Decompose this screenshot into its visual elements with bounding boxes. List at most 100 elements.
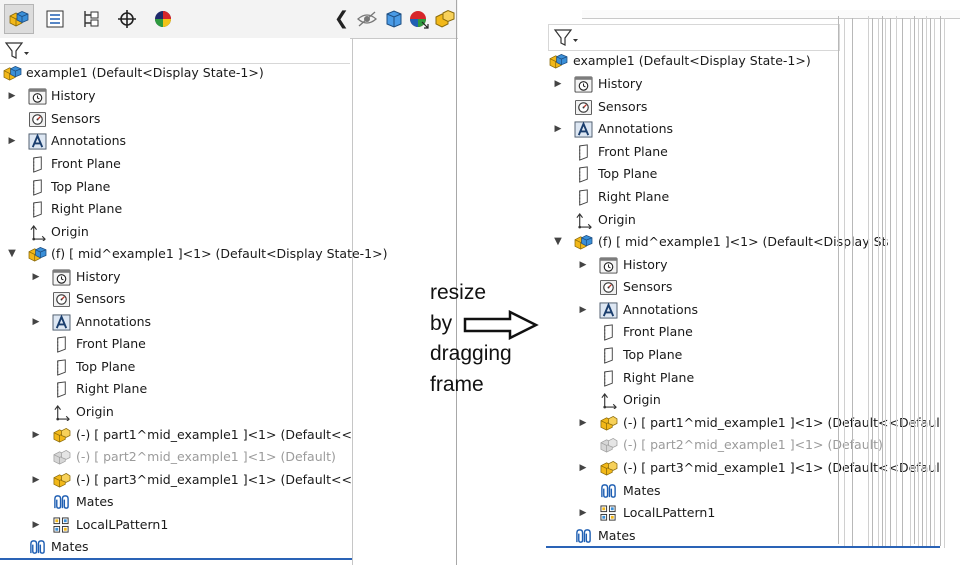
tab-dimxpert[interactable] bbox=[112, 4, 142, 34]
filter-icon[interactable] bbox=[553, 28, 579, 48]
collapse-arrow-icon[interactable]: ❮ bbox=[334, 8, 349, 29]
tree-node-history[interactable]: ▶ History bbox=[546, 73, 906, 95]
tree-node-top-plane[interactable]: Top Plane bbox=[0, 176, 350, 198]
tree-node-front-plane[interactable]: Front Plane bbox=[546, 141, 906, 163]
tree-node-origin[interactable]: Origin bbox=[0, 221, 350, 243]
tree-node-mates[interactable]: Mates bbox=[546, 525, 906, 547]
tree-node-label: Sensors bbox=[598, 99, 648, 114]
tree-node-sub-front-plane[interactable]: Front Plane bbox=[546, 321, 906, 343]
collapse-arrow-icon[interactable]: ▼ bbox=[7, 243, 17, 265]
tree-node-top-plane[interactable]: Top Plane bbox=[546, 163, 906, 185]
tree-node-label: Origin bbox=[76, 404, 114, 419]
tree-node-sub-sensors[interactable]: Sensors bbox=[0, 288, 350, 310]
expand-arrow-icon[interactable]: ▶ bbox=[7, 85, 17, 107]
tree-node-sub-front-plane[interactable]: Front Plane bbox=[0, 333, 350, 355]
tree-filter-bar bbox=[0, 38, 350, 64]
tree-node-label: LocalLPattern1 bbox=[623, 505, 716, 520]
tree-node-sub-top-plane[interactable]: Top Plane bbox=[546, 344, 906, 366]
tree-node-label: History bbox=[76, 269, 121, 284]
tree-node-mates[interactable]: Mates bbox=[0, 536, 350, 558]
expand-arrow-icon[interactable]: ▶ bbox=[578, 457, 588, 479]
tree-node-label: (-) [ part3^mid_example1 ]<1> (Default<<… bbox=[76, 472, 352, 487]
mates-icon bbox=[52, 494, 71, 511]
expand-arrow-icon[interactable]: ▶ bbox=[31, 266, 41, 288]
tree-node-sub-origin[interactable]: Origin bbox=[0, 401, 350, 423]
tree-node-sub-history[interactable]: ▶ History bbox=[0, 266, 350, 288]
tree-node-label: LocalLPattern1 bbox=[76, 517, 169, 532]
appearance-sphere-icon[interactable] bbox=[408, 9, 430, 29]
tree-node-sub-origin[interactable]: Origin bbox=[546, 389, 906, 411]
tree-node-sub-history[interactable]: ▶ History bbox=[546, 254, 906, 276]
view-cube-icon[interactable] bbox=[384, 9, 404, 29]
tree-node-label: Annotations bbox=[598, 121, 674, 136]
tree-node-part2[interactable]: (-) [ part2^mid_example1 ]<1> (Default) bbox=[546, 434, 906, 456]
tree-node-sub-mates[interactable]: Mates bbox=[546, 480, 906, 502]
tree-node-front-plane[interactable]: Front Plane bbox=[0, 153, 350, 175]
sensors-icon bbox=[599, 279, 618, 296]
expand-arrow-icon[interactable]: ▶ bbox=[31, 514, 41, 536]
expand-arrow-icon[interactable]: ▶ bbox=[578, 502, 588, 524]
tree-node-annotations[interactable]: ▶ Annotations bbox=[0, 130, 350, 152]
tree-node-origin[interactable]: Origin bbox=[546, 209, 906, 231]
tree-node-annotations[interactable]: ▶ Annotations bbox=[546, 118, 906, 140]
expand-arrow-icon[interactable]: ▶ bbox=[578, 299, 588, 321]
expand-arrow-icon[interactable]: ▶ bbox=[578, 412, 588, 434]
hide-eye-icon[interactable] bbox=[356, 10, 378, 28]
history-icon bbox=[574, 76, 593, 93]
tree-node-part1[interactable]: ▶ (-) [ part1^mid_example1 ]<1> (Default… bbox=[0, 424, 352, 446]
expand-arrow-icon[interactable]: ▶ bbox=[7, 130, 17, 152]
tree-node-sub-annotations[interactable]: ▶ Annotations bbox=[546, 299, 906, 321]
tab-display-manager[interactable] bbox=[148, 4, 178, 34]
tree-node-label: Origin bbox=[598, 212, 636, 227]
tree-node-label: Right Plane bbox=[598, 189, 670, 204]
tree-node-part1[interactable]: ▶ (-) [ part1^mid_example1 ]<1> (Default… bbox=[546, 412, 940, 434]
right-arrow-icon bbox=[463, 310, 539, 340]
tree-node-pattern[interactable]: ▶ LocalLPattern1 bbox=[0, 514, 350, 536]
tree-node-pattern[interactable]: ▶ LocalLPattern1 bbox=[546, 502, 906, 524]
tree-node-sub-annotations[interactable]: ▶ Annotations bbox=[0, 311, 350, 333]
expand-arrow-icon[interactable]: ▶ bbox=[31, 469, 41, 491]
tree-node-right-plane[interactable]: Right Plane bbox=[546, 186, 906, 208]
tree-node-history[interactable]: ▶ History bbox=[0, 85, 350, 107]
expand-arrow-icon[interactable]: ▶ bbox=[31, 424, 41, 446]
expand-arrow-icon[interactable]: ▶ bbox=[553, 118, 563, 140]
tree-node-sub-assembly[interactable]: ▼ (f) [ mid^example1 ]<1> (Default<Displ… bbox=[0, 243, 388, 265]
plane-icon bbox=[574, 189, 593, 206]
tree-node-sub-sensors[interactable]: Sensors bbox=[546, 276, 906, 298]
history-icon bbox=[599, 257, 618, 274]
tree-node-label: Top Plane bbox=[598, 166, 658, 181]
tree-node-sensors[interactable]: Sensors bbox=[0, 108, 350, 130]
tree-node-sub-right-plane[interactable]: Right Plane bbox=[546, 367, 906, 389]
left-feature-tree-panel: ❮ example1 (Default<Display State-1>) ▶ … bbox=[0, 0, 458, 565]
tree-node-label: Right Plane bbox=[623, 370, 695, 385]
collapse-arrow-icon[interactable]: ▼ bbox=[553, 231, 563, 253]
tab-propertymanager[interactable] bbox=[40, 4, 70, 34]
tree-node-sub-assembly[interactable]: ▼ (f) [ mid^example1 ]<1> (Default<Displ… bbox=[546, 231, 888, 253]
tree-node-right-plane[interactable]: Right Plane bbox=[0, 198, 350, 220]
tree-node-sub-mates[interactable]: Mates bbox=[0, 491, 350, 513]
tree-node-label: (f) [ mid^example1 ]<1> (Default<Display… bbox=[598, 234, 888, 249]
tree-node-sub-top-plane[interactable]: Top Plane bbox=[0, 356, 350, 378]
filter-icon[interactable] bbox=[4, 41, 30, 61]
tree-node-sub-right-plane[interactable]: Right Plane bbox=[0, 378, 350, 400]
part-cube-icon bbox=[9, 10, 29, 28]
tree-node-label: (-) [ part2^mid_example1 ]<1> (Default) bbox=[623, 437, 883, 452]
origin-icon bbox=[28, 224, 47, 241]
tree-root-assembly[interactable]: example1 (Default<Display State-1>) bbox=[546, 50, 906, 72]
tree-node-part3[interactable]: ▶ (-) [ part3^mid_example1 ]<1> (Default… bbox=[546, 457, 940, 479]
expand-arrow-icon[interactable]: ▶ bbox=[31, 311, 41, 333]
assembly-icon bbox=[3, 65, 22, 82]
tree-node-label: Mates bbox=[76, 494, 114, 509]
tab-configurationmanager[interactable] bbox=[76, 4, 106, 34]
expand-arrow-icon[interactable]: ▶ bbox=[553, 73, 563, 95]
tab-featuremanager[interactable] bbox=[4, 4, 34, 34]
display-states-icon[interactable] bbox=[434, 9, 456, 29]
tree-root-assembly[interactable]: example1 (Default<Display State-1>) bbox=[0, 62, 350, 84]
sensors-icon bbox=[52, 291, 71, 308]
sensors-icon bbox=[28, 111, 47, 128]
expand-arrow-icon[interactable]: ▶ bbox=[578, 254, 588, 276]
tree-filter-bar bbox=[548, 24, 840, 51]
tree-node-sensors[interactable]: Sensors bbox=[546, 96, 906, 118]
tree-node-part3[interactable]: ▶ (-) [ part3^mid_example1 ]<1> (Default… bbox=[0, 469, 352, 491]
tree-node-part2[interactable]: (-) [ part2^mid_example1 ]<1> (Default) bbox=[0, 446, 350, 468]
